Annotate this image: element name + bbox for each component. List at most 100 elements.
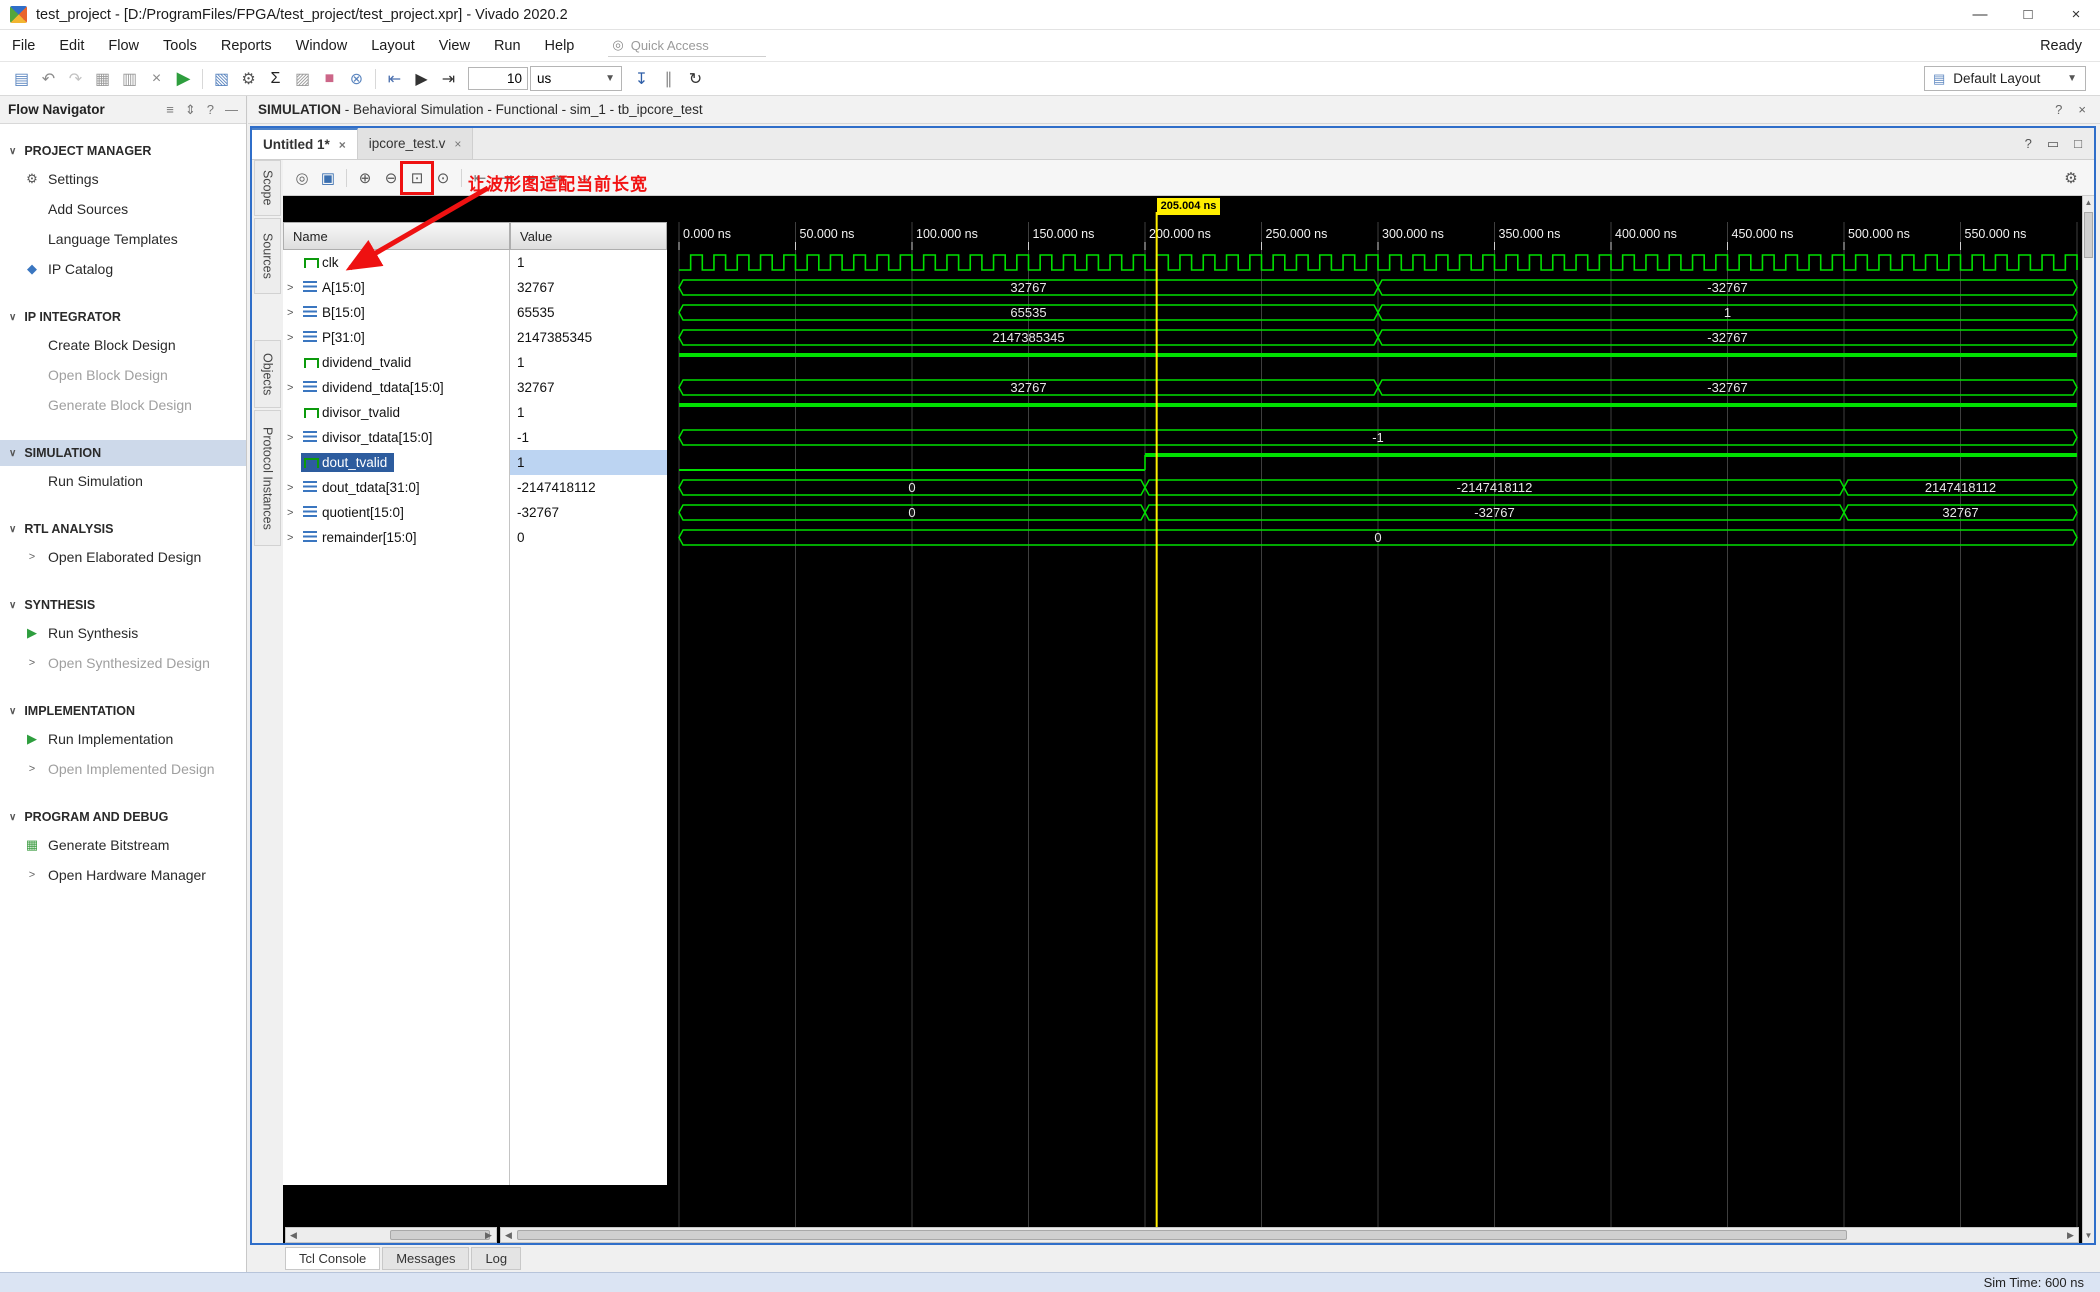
paste-icon[interactable]: ▥ <box>116 65 143 92</box>
undo-icon[interactable]: ↶ <box>35 65 62 92</box>
expand-chevron-icon[interactable]: > <box>287 282 301 294</box>
menu-run[interactable]: Run <box>482 38 533 54</box>
layout-select[interactable]: ▤ Default Layout ▼ <box>1924 66 2086 91</box>
scroll-up-icon[interactable]: ▲ <box>2083 196 2094 210</box>
zoom-in-icon[interactable]: ⊕ <box>352 165 378 191</box>
signal-row-value[interactable]: -32767 <box>510 500 667 525</box>
waveform-canvas[interactable]: 0.000 ns 50.000 ns 100.000 ns 150.000 ns 200… <box>667 196 2082 1227</box>
quick-access-search[interactable]: ◎ Quick Access <box>608 34 767 57</box>
expand-chevron-icon[interactable]: > <box>287 432 301 444</box>
flow-section-title[interactable]: ∨ PROJECT MANAGER <box>0 138 246 164</box>
scroll-left-icon[interactable]: ◀ <box>286 1228 301 1242</box>
run-time-input[interactable] <box>468 67 528 90</box>
scroll-right-icon[interactable]: ▶ <box>481 1228 496 1242</box>
menu-layout[interactable]: Layout <box>359 38 427 54</box>
signal-row-name[interactable]: dout_tvalid <box>283 450 510 475</box>
restart-icon[interactable]: ⇤ <box>381 65 408 92</box>
minimize-button[interactable]: — <box>1956 0 2004 29</box>
menu-view[interactable]: View <box>427 38 482 54</box>
close-icon[interactable]: × <box>2078 102 2086 117</box>
close-button[interactable]: × <box>2052 0 2100 29</box>
menu-reports[interactable]: Reports <box>209 38 284 54</box>
maximize-icon[interactable]: □ <box>2074 136 2082 151</box>
break-icon[interactable]: ∥ <box>655 65 682 92</box>
highlight-icon[interactable]: ▨ <box>289 65 316 92</box>
signal-row-name[interactable]: > quotient[15:0] <box>283 500 510 525</box>
scroll-down-icon[interactable]: ▼ <box>2083 1229 2094 1243</box>
flow-item-create-block-design[interactable]: Create Block Design <box>0 330 246 360</box>
find-icon[interactable]: ◎ <box>289 165 315 191</box>
signal-row-value[interactable]: 32767 <box>510 375 667 400</box>
run-icon[interactable]: ▶ <box>170 65 197 92</box>
bottom-tab-tcl-console[interactable]: Tcl Console <box>285 1247 381 1270</box>
report-icon[interactable]: ▧ <box>208 65 235 92</box>
save-waveform-icon[interactable]: ▣ <box>315 165 341 191</box>
scrollbar-thumb[interactable] <box>2084 212 2093 258</box>
value-column-header[interactable]: Value <box>510 222 667 250</box>
signal-row-name[interactable]: dividend_tvalid <box>283 350 510 375</box>
cursor-time-label[interactable]: 205.004 ns <box>1156 198 1221 215</box>
editor-tab-untitled-1-[interactable]: Untitled 1* × <box>252 128 358 159</box>
open-recent-icon[interactable]: ▤ <box>8 65 35 92</box>
expand-chevron-icon[interactable]: > <box>287 532 301 544</box>
run-all-icon[interactable]: ▶ <box>408 65 435 92</box>
scroll-left-icon[interactable]: ◀ <box>501 1228 516 1242</box>
signal-row-name[interactable]: clk <box>283 250 510 275</box>
signal-row-name[interactable]: > divisor_tdata[15:0] <box>283 425 510 450</box>
flow-item-add-sources[interactable]: Add Sources <box>0 194 246 224</box>
flow-section-title[interactable]: ∨ RTL ANALYSIS <box>0 516 246 542</box>
signal-row-value[interactable]: 1 <box>510 400 667 425</box>
expand-icon[interactable]: ⇕ <box>185 102 196 118</box>
signal-row-value[interactable]: -2147418112 <box>510 475 667 500</box>
menu-edit[interactable]: Edit <box>47 38 96 54</box>
close-icon[interactable]: × <box>339 138 346 152</box>
eraser-icon[interactable]: ■ <box>316 65 343 92</box>
menu-help[interactable]: Help <box>533 38 587 54</box>
signal-row-name[interactable]: > A[15:0] <box>283 275 510 300</box>
expand-chevron-icon[interactable]: > <box>287 482 301 494</box>
flow-section-title[interactable]: ∨ IMPLEMENTATION <box>0 698 246 724</box>
scrollbar-thumb[interactable] <box>517 1230 1847 1240</box>
expand-chevron-icon[interactable]: > <box>287 332 301 344</box>
flow-item-run-implementation[interactable]: ▶ Run Implementation <box>0 724 246 754</box>
sum-icon[interactable]: Σ <box>262 65 289 92</box>
name-horizontal-scrollbar[interactable]: ◀ ▶ <box>285 1227 497 1243</box>
expand-chevron-icon[interactable]: > <box>287 507 301 519</box>
zoom-out-icon[interactable]: ⊖ <box>378 165 404 191</box>
help-icon[interactable]: ? <box>2025 136 2032 151</box>
delete-icon[interactable]: × <box>143 65 170 92</box>
help-icon[interactable]: ? <box>207 102 214 118</box>
signal-row-name[interactable]: > remainder[15:0] <box>283 525 510 550</box>
redo-icon[interactable]: ↷ <box>62 65 89 92</box>
menu-window[interactable]: Window <box>284 38 360 54</box>
editor-tab-ipcore-test-v[interactable]: ipcore_test.v × <box>357 128 474 159</box>
flow-item-open-hardware-manager[interactable]: > Open Hardware Manager <box>0 860 246 890</box>
menu-flow[interactable]: Flow <box>96 38 151 54</box>
signal-row-name[interactable]: divisor_tvalid <box>283 400 510 425</box>
signal-row-value[interactable]: 32767 <box>510 275 667 300</box>
help-icon[interactable]: ? <box>2055 102 2062 117</box>
step-icon[interactable]: ↧ <box>628 65 655 92</box>
flow-item-run-simulation[interactable]: Run Simulation <box>0 466 246 496</box>
probe-icon[interactable]: ⊗ <box>343 65 370 92</box>
side-tab-scope[interactable]: Scope <box>254 160 281 216</box>
float-icon[interactable]: ▭ <box>2047 136 2059 152</box>
expand-chevron-icon[interactable]: > <box>287 307 301 319</box>
options-icon[interactable]: ≡ <box>166 102 174 118</box>
flow-item-ip-catalog[interactable]: ◆ IP Catalog <box>0 254 246 284</box>
wave-settings-gear-icon[interactable]: ⚙ <box>2058 165 2084 191</box>
flow-section-title[interactable]: ∨ IP INTEGRATOR <box>0 304 246 330</box>
zoom-fit-icon[interactable]: ⊡ <box>400 160 434 195</box>
side-tab-protocol-instances[interactable]: Protocol Instances <box>254 410 281 546</box>
flow-item-language-templates[interactable]: Language Templates <box>0 224 246 254</box>
wave-horizontal-scrollbar[interactable]: ◀ ▶ <box>500 1227 2079 1243</box>
flow-section-title[interactable]: ∨ PROGRAM AND DEBUG <box>0 804 246 830</box>
relaunch-icon[interactable]: ↻ <box>682 65 709 92</box>
signal-row-value[interactable]: -1 <box>510 425 667 450</box>
bottom-tab-log[interactable]: Log <box>471 1247 522 1270</box>
close-icon[interactable]: × <box>454 137 461 151</box>
signal-row-name[interactable]: > P[31:0] <box>283 325 510 350</box>
side-tab-objects[interactable]: Objects <box>254 340 281 408</box>
menu-file[interactable]: File <box>0 38 47 54</box>
signal-row-name[interactable]: > B[15:0] <box>283 300 510 325</box>
